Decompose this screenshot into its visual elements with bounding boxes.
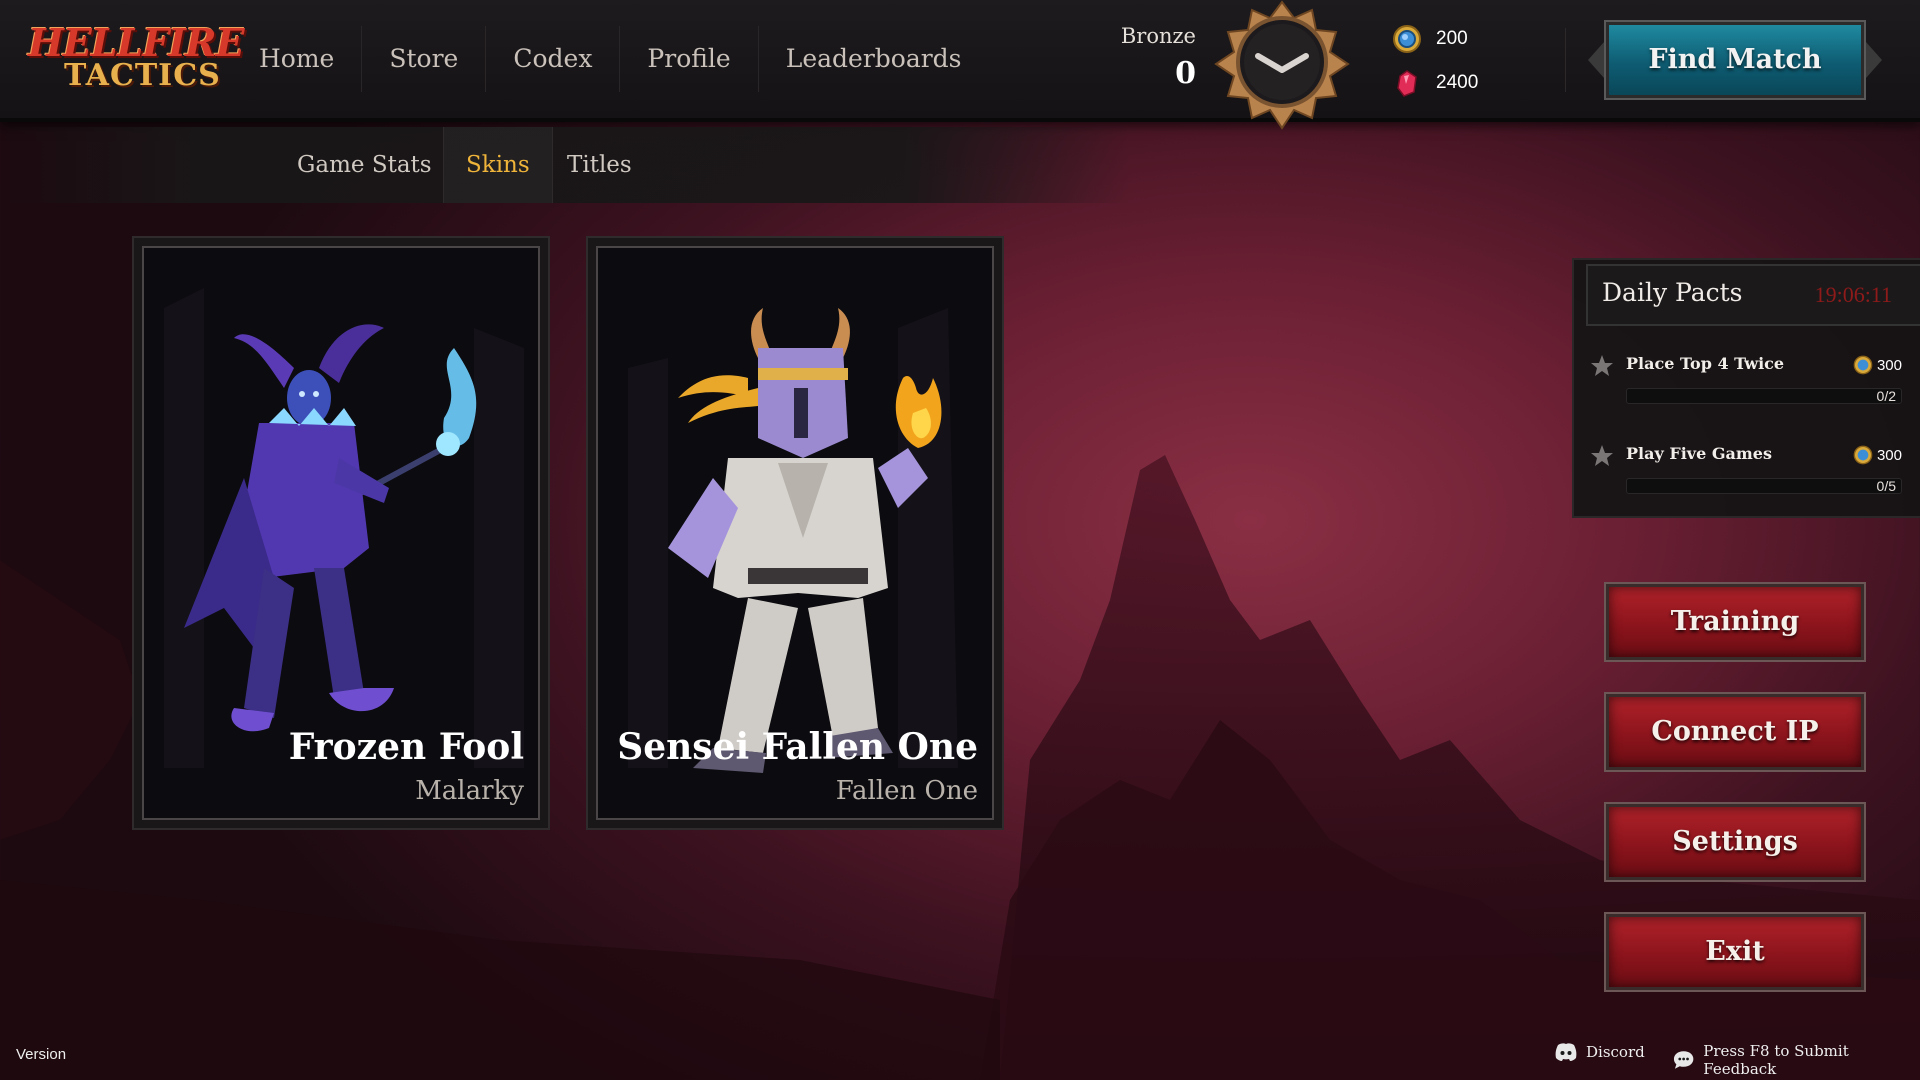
pact-name: Play Five Games bbox=[1626, 444, 1772, 463]
nav-store[interactable]: Store bbox=[362, 26, 487, 92]
pact-reward: 300 bbox=[1853, 355, 1902, 375]
version-label: Version bbox=[16, 1046, 67, 1063]
tab-game-stats[interactable]: Game Stats bbox=[275, 127, 454, 203]
gem-currency: 2400 bbox=[1392, 68, 1478, 98]
nav-leaderboards[interactable]: Leaderboards bbox=[759, 26, 989, 92]
daily-pacts-title: Daily Pacts bbox=[1602, 278, 1743, 307]
main-nav: Home Store Codex Profile Leaderboards bbox=[232, 26, 989, 92]
chat-bubble-icon bbox=[1673, 1051, 1694, 1069]
pact-reward: 300 bbox=[1853, 445, 1902, 465]
star-icon bbox=[1591, 445, 1613, 466]
discord-icon bbox=[1555, 1043, 1577, 1061]
divider bbox=[1565, 28, 1566, 92]
pact-progress-text: 0/5 bbox=[1876, 478, 1896, 494]
skin-card-frame: Frozen Fool Malarky bbox=[142, 246, 540, 820]
pact-reward-amount: 300 bbox=[1876, 356, 1902, 374]
daily-pacts-header: Daily Pacts 19:06:11 bbox=[1586, 264, 1920, 326]
discord-label: Discord bbox=[1586, 1043, 1645, 1061]
logo-line-2: TACTICS bbox=[64, 58, 221, 93]
skin-name: Sensei Fallen One bbox=[617, 726, 978, 768]
skin-character: Malarky bbox=[415, 776, 524, 806]
pact-name: Place Top 4 Twice bbox=[1626, 354, 1785, 373]
pact-progress-text: 0/2 bbox=[1876, 388, 1896, 404]
pact-item: Place Top 4 Twice 300 0/2 bbox=[1590, 352, 1910, 416]
discord-link[interactable]: Discord bbox=[1554, 1042, 1645, 1062]
star-icon bbox=[1591, 355, 1613, 376]
top-bar: HELLFIRE TACTICS Home Store Codex Profil… bbox=[0, 0, 1920, 130]
game-logo[interactable]: HELLFIRE TACTICS bbox=[24, 18, 245, 98]
rank-points: 0 bbox=[1175, 56, 1196, 91]
pact-progress-bar bbox=[1626, 388, 1902, 404]
rank-badge-icon[interactable] bbox=[1212, 0, 1352, 132]
pact-progress-bar bbox=[1626, 478, 1902, 494]
tab-skins[interactable]: Skins bbox=[443, 127, 553, 203]
rank-label: Bronze bbox=[1120, 24, 1196, 48]
skin-card-frozen-fool[interactable]: Frozen Fool Malarky bbox=[132, 236, 550, 830]
nav-codex[interactable]: Codex bbox=[486, 26, 621, 92]
skin-name: Frozen Fool bbox=[288, 726, 524, 768]
daily-pacts-timer: 19:06:11 bbox=[1814, 282, 1892, 307]
skin-card-sensei-fallen-one[interactable]: Sensei Fallen One Fallen One bbox=[586, 236, 1004, 830]
gold-coin-icon bbox=[1393, 25, 1421, 53]
gold-amount: 200 bbox=[1436, 28, 1468, 49]
nav-home[interactable]: Home bbox=[232, 26, 363, 92]
connect-ip-button[interactable]: Connect IP bbox=[1604, 692, 1866, 772]
settings-button[interactable]: Settings bbox=[1604, 802, 1866, 882]
pact-item: Play Five Games 300 0/5 bbox=[1590, 442, 1910, 506]
exit-button[interactable]: Exit bbox=[1604, 912, 1866, 992]
pact-reward-amount: 300 bbox=[1876, 446, 1902, 464]
gold-coin-icon bbox=[1853, 355, 1873, 375]
find-match-left-ornament bbox=[1588, 42, 1604, 78]
feedback-label: Press F8 to Submit Feedback bbox=[1703, 1042, 1849, 1078]
training-button[interactable]: Training bbox=[1604, 582, 1866, 662]
skin-card-frame: Sensei Fallen One Fallen One bbox=[596, 246, 994, 820]
skin-character: Fallen One bbox=[835, 776, 978, 806]
gem-amount: 2400 bbox=[1436, 72, 1479, 93]
gold-currency: 200 bbox=[1392, 24, 1468, 54]
find-match-button[interactable]: Find Match bbox=[1604, 20, 1866, 100]
find-match-right-ornament bbox=[1866, 42, 1882, 78]
gold-coin-icon bbox=[1853, 445, 1873, 465]
profile-subtabs: Game Stats Skins Titles bbox=[0, 127, 1130, 203]
red-gem-icon bbox=[1397, 70, 1417, 97]
daily-pacts-panel: Daily Pacts 19:06:11 Place Top 4 Twice 3… bbox=[1572, 258, 1920, 518]
nav-profile[interactable]: Profile bbox=[620, 26, 759, 92]
feedback-link[interactable]: Press F8 to Submit Feedback bbox=[1672, 1042, 1920, 1078]
tab-titles[interactable]: Titles bbox=[545, 127, 654, 203]
